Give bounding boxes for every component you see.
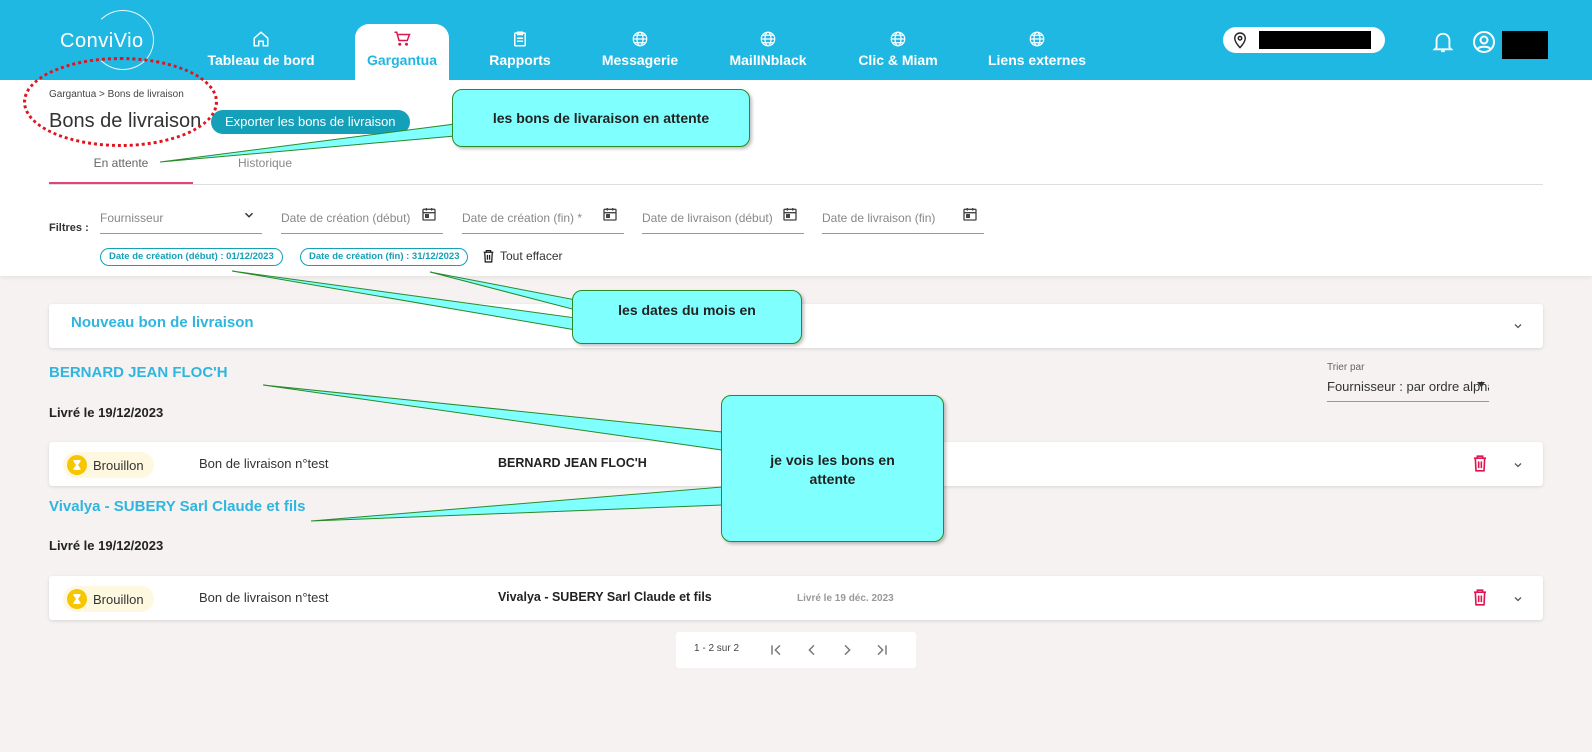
annotation-arrow [159, 123, 456, 163]
annotation-callout-pending: les bons de livaraison en attente [452, 89, 750, 147]
annotation-callout-rows: je vois les bons en attente [721, 395, 944, 542]
annotation-arrow [262, 384, 723, 451]
annotation-callout-dates: les dates du mois en [572, 290, 802, 344]
annotation-arrow [231, 270, 577, 331]
annotation-arrows [159, 123, 723, 522]
annotation-arrow [310, 486, 723, 522]
